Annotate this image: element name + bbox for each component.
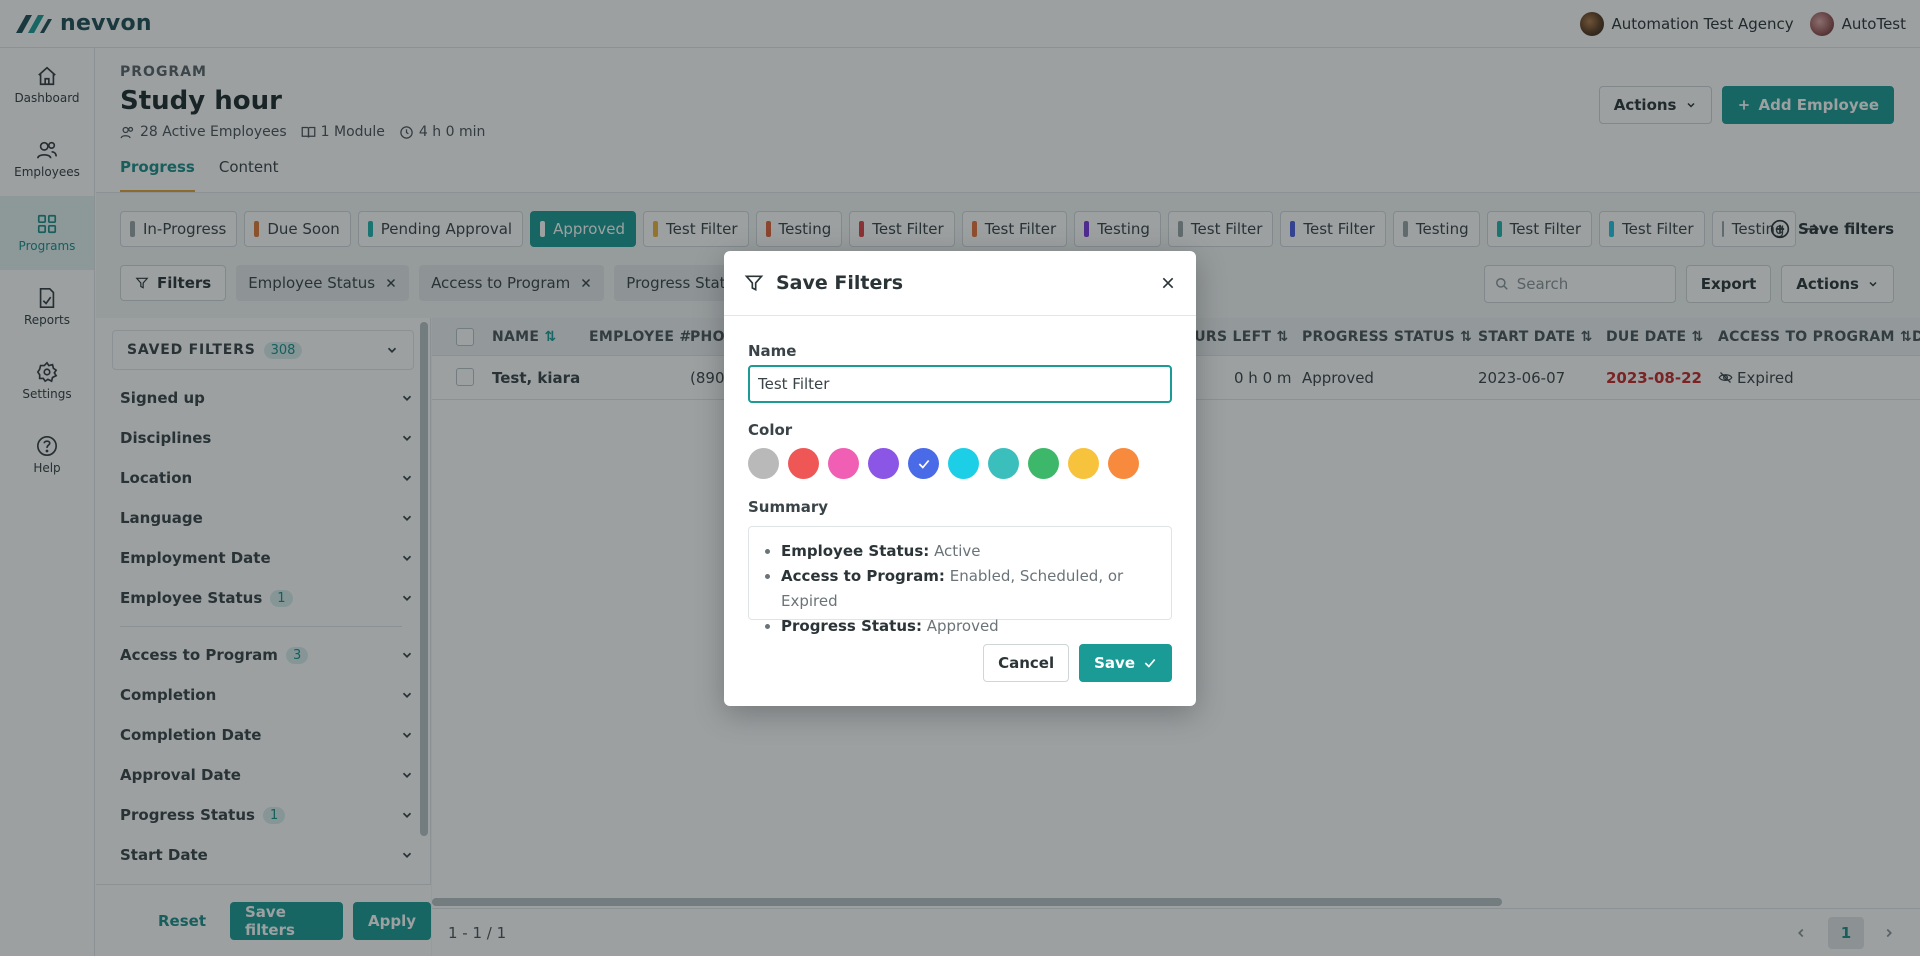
save-button[interactable]: Save [1079, 644, 1172, 682]
summary-item: Employee Status: Active [781, 539, 1155, 564]
color-swatch-teal[interactable] [988, 448, 1019, 479]
color-swatch-pink[interactable] [828, 448, 859, 479]
summary-item: Access to Program: Enabled, Scheduled, o… [781, 564, 1155, 614]
filter-name-input[interactable] [748, 365, 1172, 403]
filter-summary: Employee Status: Active Access to Progra… [748, 526, 1172, 635]
color-swatch-gray[interactable] [748, 448, 779, 479]
summary-value: Active [934, 542, 981, 560]
save-filters-dialog: Save Filters Name Color Summary Employee… [724, 251, 1196, 706]
color-swatch-red[interactable] [788, 448, 819, 479]
name-label: Name [748, 342, 797, 360]
summary-key: Progress Status: [781, 617, 922, 635]
color-label: Color [748, 421, 793, 439]
summary-item: Progress Status: Approved [781, 614, 1155, 639]
dialog-title: Save Filters [776, 272, 904, 294]
cancel-label: Cancel [998, 654, 1055, 672]
save-label: Save [1094, 654, 1135, 672]
color-swatch-cyan[interactable] [948, 448, 979, 479]
color-swatches [748, 448, 1139, 479]
summary-label: Summary [748, 498, 829, 516]
cancel-button[interactable]: Cancel [983, 644, 1070, 682]
color-swatch-orange[interactable] [1108, 448, 1139, 479]
color-swatch-green[interactable] [1028, 448, 1059, 479]
summary-key: Employee Status: [781, 542, 930, 560]
summary-value: Approved [926, 617, 999, 635]
color-swatch-yellow[interactable] [1068, 448, 1099, 479]
check-icon [918, 459, 929, 469]
funnel-icon [744, 275, 764, 292]
close-icon[interactable] [1160, 275, 1176, 291]
summary-key: Access to Program: [781, 567, 945, 585]
color-swatch-purple[interactable] [868, 448, 899, 479]
check-icon [1144, 658, 1156, 668]
color-swatch-blue-selected[interactable] [908, 448, 939, 479]
